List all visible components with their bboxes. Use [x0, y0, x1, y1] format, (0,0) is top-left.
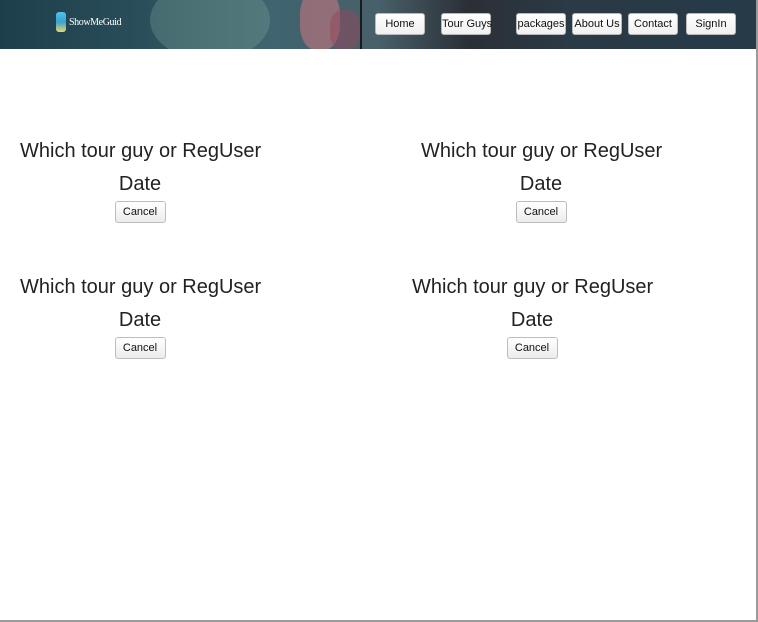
cancel-button[interactable]: Cancel [515, 201, 567, 223]
logo-text: ShowMeGuid [69, 16, 122, 28]
page: ShowMeGuid Home Tour Guys packages About… [0, 0, 758, 622]
nav-packages-button[interactable]: packages [516, 13, 566, 35]
banner-decoration [330, 10, 360, 49]
header-banner: ShowMeGuid Home Tour Guys packages About… [0, 0, 756, 49]
nav-tour-guys-button[interactable]: Tour Guys [441, 13, 492, 35]
banner-decoration [150, 0, 270, 49]
banner-divider [360, 0, 362, 49]
nav-signin-button[interactable]: SignIn [686, 13, 736, 35]
booking-card: Which tour guy or RegUser Date Cancel [421, 139, 663, 223]
cancel-button[interactable]: Cancel [114, 201, 166, 223]
nav-home-button[interactable]: Home [375, 13, 425, 35]
booking-who: Which tour guy or RegUser [421, 140, 663, 162]
cancel-button[interactable]: Cancel [506, 337, 558, 359]
cancel-button[interactable]: Cancel [114, 337, 166, 359]
site-logo[interactable]: ShowMeGuid [56, 10, 122, 34]
booking-card: Which tour guy or RegUser Date Cancel [412, 275, 654, 359]
booking-date: Date [519, 173, 563, 195]
booking-who: Which tour guy or RegUser [20, 140, 262, 162]
nav-about-us-button[interactable]: About Us [572, 13, 622, 35]
booking-card: Which tour guy or RegUser Date Cancel [20, 139, 262, 223]
nav-contact-button[interactable]: Contact [628, 13, 678, 35]
booking-date: Date [118, 309, 162, 331]
booking-who: Which tour guy or RegUser [412, 276, 654, 298]
booking-date: Date [510, 309, 554, 331]
booking-who: Which tour guy or RegUser [20, 276, 262, 298]
booking-card: Which tour guy or RegUser Date Cancel [20, 275, 262, 359]
logo-icon [56, 12, 66, 32]
booking-date: Date [118, 173, 162, 195]
